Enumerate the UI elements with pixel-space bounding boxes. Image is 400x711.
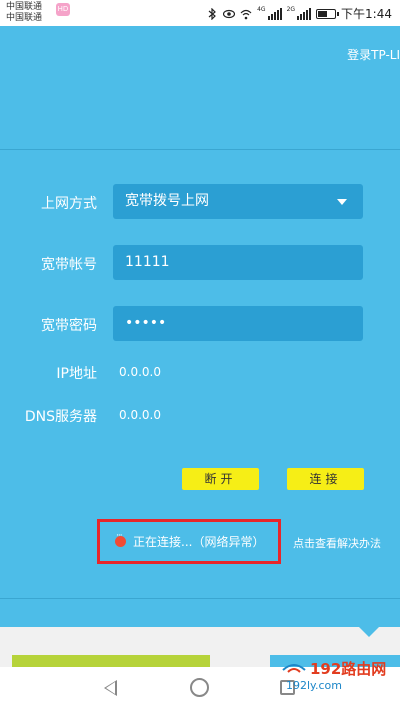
network-type-1: 4G: [257, 6, 266, 13]
home-icon[interactable]: [190, 678, 209, 697]
battery-icon: [316, 8, 340, 19]
connect-button[interactable]: 连接: [287, 468, 364, 490]
connection-status-text: 正在连接...（网络异常）: [133, 535, 265, 549]
account-label: 宽带帐号: [41, 257, 97, 273]
signal-icon-2: [297, 7, 312, 20]
eye-icon: [223, 9, 236, 18]
router-logo-icon: [282, 664, 306, 673]
watermark-sub: 192ly.com: [286, 679, 342, 692]
carrier-1: 中国联通: [6, 2, 43, 12]
wifi-icon: [240, 9, 252, 19]
password-input[interactable]: •••••: [113, 306, 363, 341]
watermark-main: 192路由网: [310, 660, 387, 678]
method-value: 宽带拨号上网: [125, 193, 209, 209]
pointer-triangle: [359, 627, 379, 637]
dns-label: DNS服务器: [24, 409, 97, 425]
watermark: 192路由网 192ly.com: [276, 656, 394, 696]
hd-badge: HD: [56, 3, 70, 16]
ip-value: 0.0.0.0: [119, 365, 161, 379]
login-link[interactable]: 登录TP-LI: [347, 46, 400, 63]
chevron-down-icon: [337, 199, 347, 205]
password-label: 宽带密码: [41, 318, 97, 334]
status-bar: 中国联通 中国联通 HD 4G 2G 下午1:44: [0, 0, 400, 26]
green-bar: [12, 655, 210, 667]
signal-icon: [267, 7, 282, 20]
help-link[interactable]: 点击查看解决办法: [293, 535, 381, 551]
method-label: 上网方式: [41, 196, 97, 212]
back-icon[interactable]: [104, 680, 117, 696]
network-type-2: 2G: [286, 6, 296, 13]
carrier-info: 中国联通 中国联通: [6, 2, 42, 24]
more-icon: [115, 531, 126, 547]
header-band: 登录TP-LI: [0, 26, 400, 150]
divider: [0, 598, 400, 599]
ip-label: IP地址: [56, 366, 97, 382]
carrier-2: 中国联通: [6, 13, 43, 23]
clock: 下午1:44: [341, 7, 392, 21]
bluetooth-icon: [208, 7, 216, 20]
account-input[interactable]: 11111: [113, 245, 363, 280]
dns-value: 0.0.0.0: [119, 408, 161, 422]
connection-status-highlight: 正在连接...（网络异常）: [97, 519, 281, 564]
method-select[interactable]: 宽带拨号上网: [113, 184, 363, 219]
disconnect-button[interactable]: 断开: [182, 468, 259, 490]
